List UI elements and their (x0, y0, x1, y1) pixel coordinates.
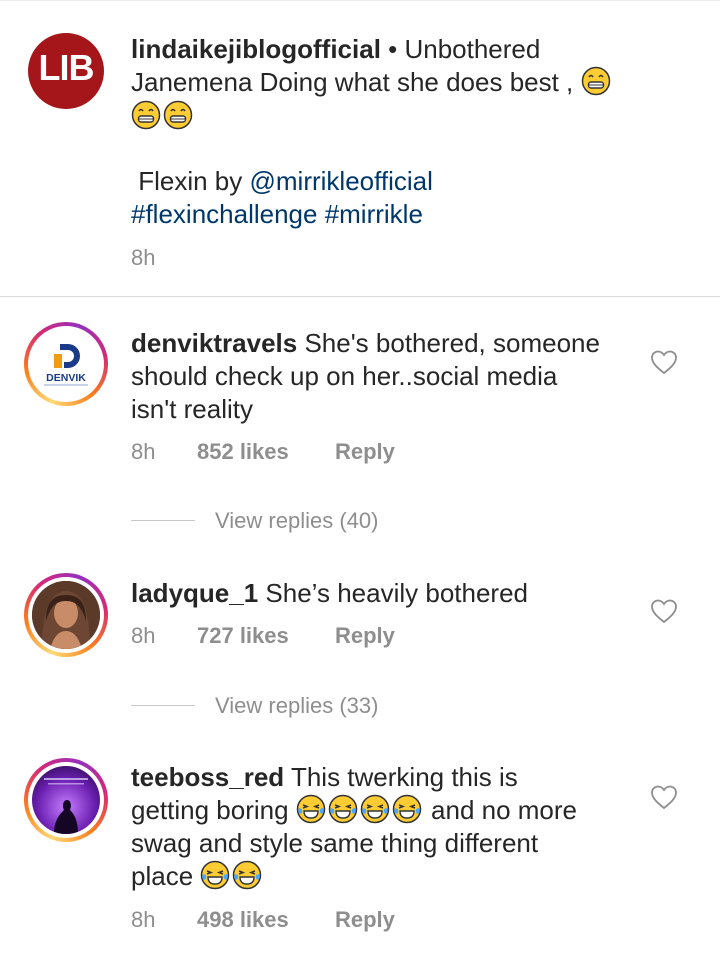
comment-username[interactable]: teeboss_red (131, 762, 284, 792)
post-caption: LIB lindaikejiblogofficial • Unbothered … (0, 0, 720, 297)
comment-time: 8h (131, 907, 156, 932)
hashtag-links[interactable]: #flexinchallenge #mirrikle (131, 199, 423, 229)
comment-text: ladyque_1 She’s heavily bothered (131, 577, 631, 610)
profile-photo-icon (32, 581, 100, 649)
comment-avatar[interactable]: DENVIK (24, 322, 108, 406)
comment-line: This twerking this is (290, 762, 518, 792)
tears-of-joy-emoji-icon (360, 794, 390, 824)
comment-text: denviktravels She's bothered, someone sh… (131, 327, 631, 426)
denvik-logo-text: DENVIK (46, 372, 86, 384)
view-replies-button[interactable]: View replies (33) (215, 691, 378, 721)
comment-meta: 8h 498 likes Reply (131, 905, 531, 935)
comment-line: She's bothered, someone (304, 328, 600, 358)
comment-avatar[interactable] (24, 758, 108, 842)
view-replies-button[interactable]: View replies (40) (215, 506, 378, 536)
reply-button[interactable]: Reply (335, 621, 395, 651)
comment-avatar[interactable] (24, 573, 108, 657)
caption-line-1: lindaikejiblogofficial • Unbothered (131, 33, 691, 66)
comment-time: 8h (131, 623, 156, 648)
denvik-logo-icon: DENVIK (32, 330, 100, 398)
caption-line-3 (131, 100, 195, 133)
caption-body: Janemena Doing what she does best , (131, 67, 574, 97)
comment-text: teeboss_red This twerking this is gettin… (131, 761, 641, 893)
caption-avatar[interactable]: LIB (28, 33, 104, 109)
comment-line: place (131, 861, 194, 891)
caption-username[interactable]: lindaikejiblogofficial (131, 34, 381, 64)
tears-of-joy-emoji-icon (328, 794, 358, 824)
comment-line: She’s heavily bothered (265, 578, 528, 608)
comment-time: 8h (131, 439, 156, 464)
mention-link[interactable]: @mirrikleofficial (250, 166, 433, 196)
caption-line-4: Flexin by @mirrikleofficial (131, 165, 691, 198)
view-replies-line (131, 705, 195, 706)
comment-line: isn't reality (131, 394, 254, 424)
tears-of-joy-emoji-icon (233, 860, 262, 890)
comment-meta: 8h 852 likes Reply (131, 437, 531, 467)
likes-count[interactable]: 852 likes (197, 437, 289, 467)
comment-line: should check up on her..social media (131, 361, 558, 391)
reply-button[interactable]: Reply (335, 437, 395, 467)
grinning-face-emoji-icon (131, 100, 161, 130)
caption-time: 8h (131, 245, 156, 270)
comment-meta: 8h 727 likes Reply (131, 621, 531, 651)
reply-button[interactable]: Reply (335, 905, 395, 935)
heart-outline-icon[interactable] (650, 349, 678, 375)
tears-of-joy-emoji-icon (392, 794, 422, 824)
caption-line-5: #flexinchallenge #mirrikle (131, 198, 691, 231)
tears-of-joy-emoji-icon (201, 860, 230, 890)
caption-status: • Unbothered (380, 34, 541, 64)
grinning-face-emoji-icon (581, 66, 610, 96)
comment-line: swag and style same thing different (131, 828, 539, 858)
comment-username[interactable]: ladyque_1 (131, 578, 258, 608)
avatar-logo-text: LIB (38, 47, 95, 88)
caption-line-2: Janemena Doing what she does best , (131, 66, 711, 99)
comment-username[interactable]: denviktravels (131, 328, 297, 358)
grinning-face-emoji-icon (163, 100, 193, 130)
comment-line: and no more (431, 795, 578, 825)
tears-of-joy-emoji-icon (296, 794, 326, 824)
caption-divider (0, 296, 720, 297)
comment-line: getting boring (131, 795, 289, 825)
caption-flexin-text: Flexin by (131, 166, 250, 196)
likes-count[interactable]: 727 likes (197, 621, 289, 651)
view-replies-line (131, 520, 195, 521)
profile-photo-icon (32, 766, 100, 834)
heart-outline-icon[interactable] (650, 784, 678, 810)
likes-count[interactable]: 498 likes (197, 905, 289, 935)
heart-outline-icon[interactable] (650, 598, 678, 624)
